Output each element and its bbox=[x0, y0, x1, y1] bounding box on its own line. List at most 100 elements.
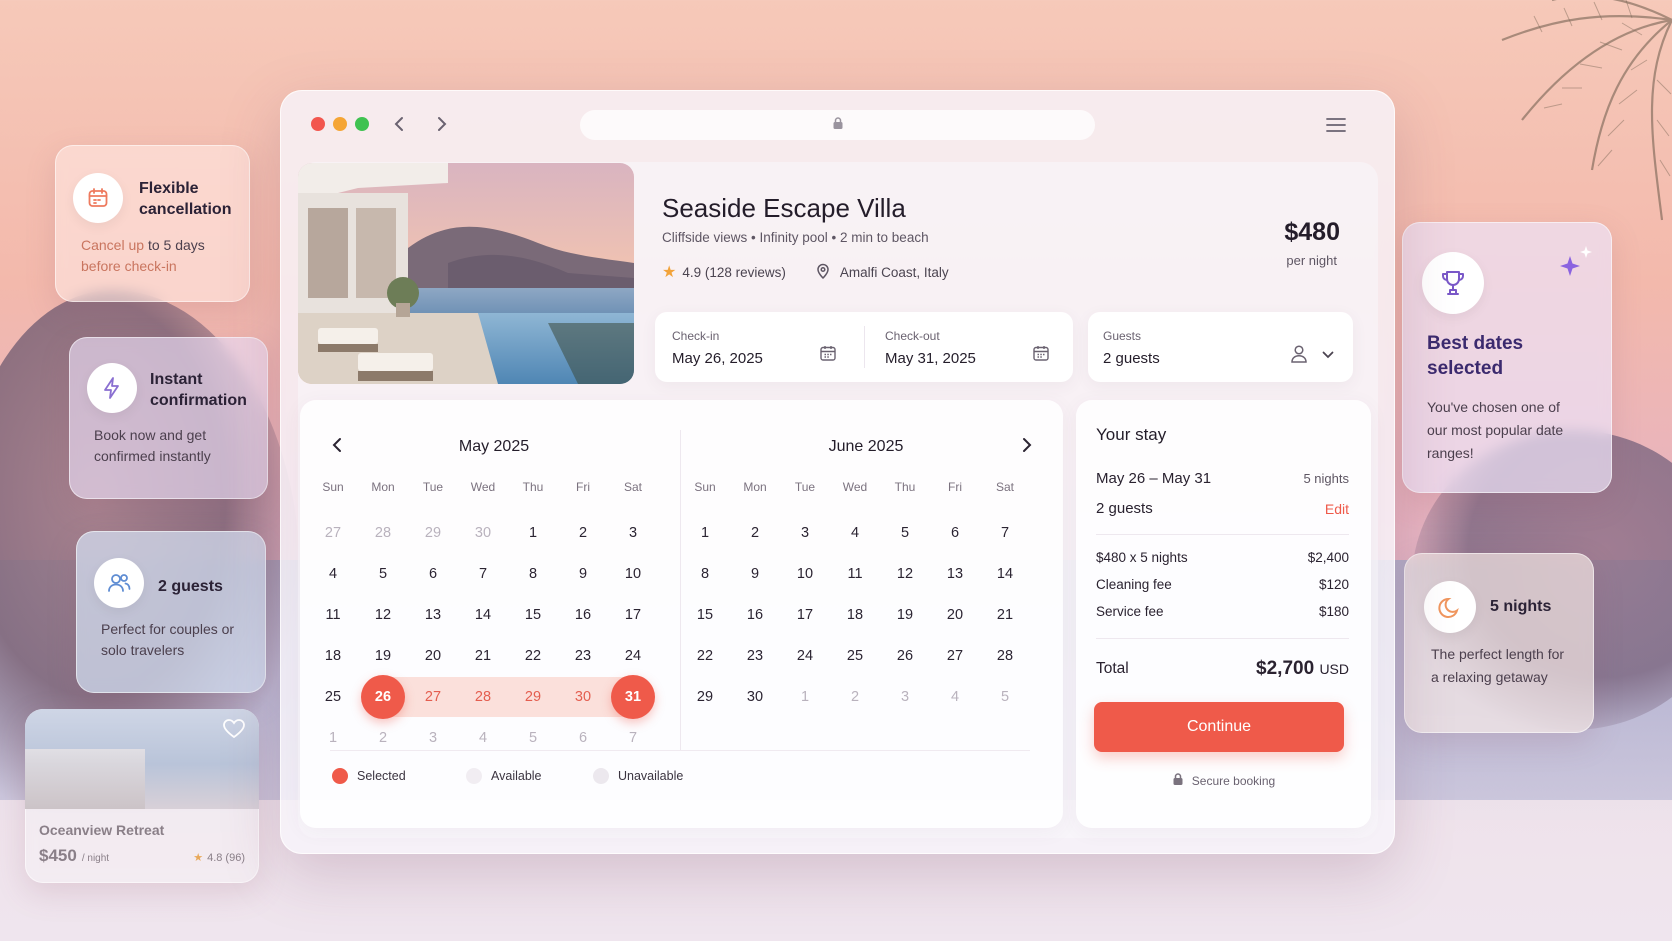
calendar-day[interactable]: 28 bbox=[458, 677, 508, 717]
calendar-day[interactable]: 8 bbox=[680, 554, 730, 594]
calendar-day[interactable]: 13 bbox=[408, 595, 458, 635]
calendar-day[interactable]: 11 bbox=[830, 554, 880, 594]
calendar-day[interactable]: 25 bbox=[308, 677, 358, 717]
calendar-day[interactable]: 10 bbox=[780, 554, 830, 594]
calendar-day[interactable]: 27 bbox=[408, 677, 458, 717]
calendar-day[interactable]: 16 bbox=[558, 595, 608, 635]
calendar-day[interactable]: 7 bbox=[458, 554, 508, 594]
address-bar[interactable] bbox=[580, 110, 1095, 140]
browser-window: Seaside Escape Villa Cliffside views • I… bbox=[280, 90, 1395, 854]
calendar-day[interactable]: 9 bbox=[558, 554, 608, 594]
calendar-panel: May 2025 Sun Mon Tue Wed Thu Fri Sat 27 28 29 30 1 2… bbox=[300, 400, 1063, 828]
heart-icon[interactable] bbox=[223, 719, 245, 744]
calendar-day[interactable]: 5 bbox=[880, 513, 930, 553]
feature-title: 5 nights bbox=[1490, 598, 1552, 615]
calendar-day: 2 bbox=[378, 730, 388, 746]
calendar-day[interactable]: 29 bbox=[680, 677, 730, 717]
secure-booking-note: Secure booking bbox=[1076, 772, 1371, 789]
calendar-day[interactable]: 31 bbox=[608, 677, 658, 717]
calendar-day[interactable]: 23 bbox=[558, 636, 608, 676]
calendar-day[interactable]: 9 bbox=[730, 554, 780, 594]
calendar-day[interactable]: 18 bbox=[830, 595, 880, 635]
calendar-day[interactable]: 14 bbox=[980, 554, 1030, 594]
listing-card-oceanview-retreat[interactable]: Oceanview Retreat $450 / night ★ 4.8 (96… bbox=[25, 709, 259, 883]
calendar-day[interactable]: 4 bbox=[308, 554, 358, 594]
stay-summary-panel: Your stay May 26 – May 31 5 nights 2 gue… bbox=[1076, 400, 1371, 828]
secure-booking-label: Secure booking bbox=[1191, 773, 1276, 788]
calendar-day: 27 bbox=[324, 525, 342, 541]
checkin-field[interactable]: Check-in May 26, 2025 bbox=[655, 312, 864, 382]
checkin-label: Check-in bbox=[672, 329, 720, 343]
total-row: Total $2,700 USD bbox=[1096, 658, 1349, 680]
listing-rating: 4.8 (96) bbox=[207, 851, 245, 864]
calendar-day[interactable]: 1 bbox=[680, 513, 730, 553]
calendar-day[interactable]: 25 bbox=[830, 636, 880, 676]
calendar-day[interactable]: 11 bbox=[308, 595, 358, 635]
calendar-day[interactable]: 27 bbox=[930, 636, 980, 676]
calendar-day[interactable]: 3 bbox=[780, 513, 830, 553]
maximize-window-button[interactable] bbox=[355, 117, 369, 131]
chevron-down-icon[interactable] bbox=[1322, 347, 1334, 365]
listing-features: Cliffside views • Infinity pool • 2 min … bbox=[662, 230, 929, 245]
menu-icon[interactable] bbox=[1325, 116, 1347, 134]
summary-guests-row: 2 guests Edit bbox=[1096, 500, 1349, 517]
calendar-day[interactable]: 12 bbox=[880, 554, 930, 594]
weekday-header: Sat bbox=[623, 480, 642, 494]
calendar-day[interactable]: 15 bbox=[680, 595, 730, 635]
calendar-day[interactable]: 2 bbox=[558, 513, 608, 553]
calendar-day[interactable]: 23 bbox=[730, 636, 780, 676]
calendar-day[interactable]: 3 bbox=[608, 513, 658, 553]
calendar-day[interactable]: 13 bbox=[930, 554, 980, 594]
calendar-day[interactable]: 5 bbox=[358, 554, 408, 594]
chevron-left-icon[interactable] bbox=[387, 112, 411, 136]
calendar-icon bbox=[73, 173, 123, 223]
calendar-day[interactable]: 20 bbox=[930, 595, 980, 635]
guests-selector[interactable]: Guests 2 guests bbox=[1088, 312, 1353, 382]
minimize-window-button[interactable] bbox=[333, 117, 347, 131]
calendar-day[interactable]: 12 bbox=[358, 595, 408, 635]
chevron-right-icon[interactable] bbox=[430, 112, 454, 136]
calendar-day[interactable]: 24 bbox=[608, 636, 658, 676]
calendar-day[interactable]: 29 bbox=[508, 677, 558, 717]
calendar-day[interactable]: 16 bbox=[730, 595, 780, 635]
calendar-day[interactable]: 7 bbox=[980, 513, 1030, 553]
calendar-day[interactable]: 22 bbox=[680, 636, 730, 676]
feature-text: to bbox=[147, 237, 160, 253]
checkout-field[interactable]: Check-out May 31, 2025 bbox=[865, 312, 1073, 382]
calendar-day[interactable]: 18 bbox=[308, 636, 358, 676]
calendar-day[interactable]: 19 bbox=[880, 595, 930, 635]
calendar-day[interactable]: 24 bbox=[780, 636, 830, 676]
calendar-day[interactable]: 28 bbox=[980, 636, 1030, 676]
continue-button[interactable]: Continue bbox=[1094, 702, 1344, 752]
calendar-day[interactable]: 10 bbox=[608, 554, 658, 594]
calendar-day[interactable]: 26 bbox=[880, 636, 930, 676]
calendar-day[interactable]: 8 bbox=[508, 554, 558, 594]
feature-text-highlight: Cancel up bbox=[81, 237, 145, 253]
villa-photo[interactable] bbox=[298, 163, 634, 384]
calendar-day[interactable]: 4 bbox=[830, 513, 880, 553]
calendar-day[interactable]: 30 bbox=[730, 677, 780, 717]
price-line-value: $2,400 bbox=[1307, 550, 1349, 565]
calendar-day[interactable]: 21 bbox=[458, 636, 508, 676]
calendar-day[interactable]: 6 bbox=[408, 554, 458, 594]
listing-rating[interactable]: 4.9 (128 reviews) bbox=[682, 265, 786, 280]
edit-link[interactable]: Edit bbox=[1325, 501, 1349, 517]
calendar-day[interactable]: 20 bbox=[408, 636, 458, 676]
calendar-day[interactable]: 26 bbox=[358, 677, 408, 717]
calendar-day[interactable]: 21 bbox=[980, 595, 1030, 635]
calendar-day[interactable]: 17 bbox=[608, 595, 658, 635]
calendar-day[interactable]: 2 bbox=[730, 513, 780, 553]
calendar-day[interactable]: 1 bbox=[508, 513, 558, 553]
listing-meta: ★ 4.9 (128 reviews) Amalfi Coast, Italy bbox=[662, 262, 949, 282]
close-window-button[interactable] bbox=[311, 117, 325, 131]
calendar-day[interactable]: 6 bbox=[930, 513, 980, 553]
listing-title: Seaside Escape Villa bbox=[662, 193, 906, 223]
weekday-header: Sun bbox=[694, 480, 716, 494]
calendar-day[interactable]: 17 bbox=[780, 595, 830, 635]
calendar-day[interactable]: 19 bbox=[358, 636, 408, 676]
calendar-day[interactable]: 14 bbox=[458, 595, 508, 635]
price-line-value: $120 bbox=[1318, 577, 1349, 592]
calendar-day[interactable]: 30 bbox=[558, 677, 608, 717]
calendar-day[interactable]: 22 bbox=[508, 636, 558, 676]
calendar-day[interactable]: 15 bbox=[508, 595, 558, 635]
